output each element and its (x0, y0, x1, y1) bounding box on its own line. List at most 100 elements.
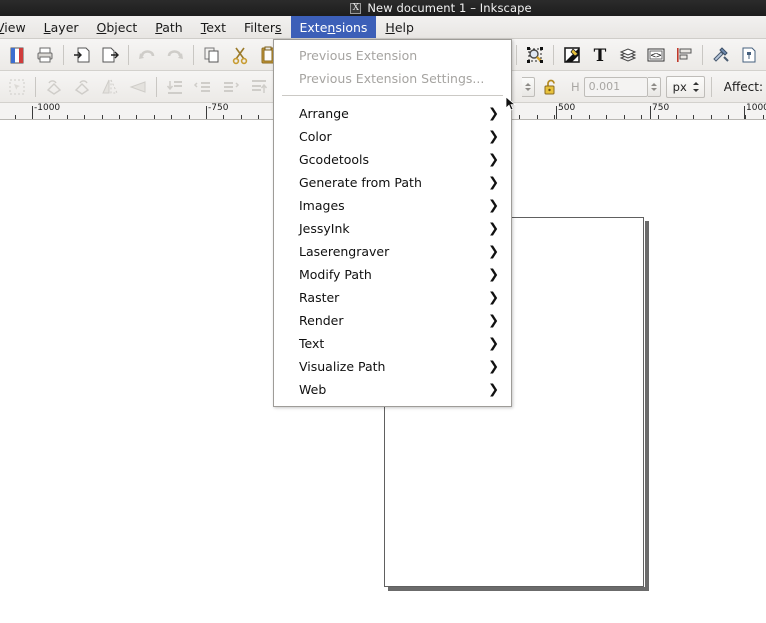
submenu-chevron-icon: ❯ (488, 152, 499, 167)
submenu-chevron-icon: ❯ (488, 175, 499, 190)
ruler-label: -1000 (34, 103, 61, 113)
rotate-ccw-icon[interactable] (41, 74, 67, 100)
window-title: New document 1 – Inkscape (367, 1, 532, 15)
ruler-label: 1000 (746, 103, 766, 113)
menu-item-laserengraver[interactable]: Laserengraver ❯ (274, 240, 511, 263)
submenu-chevron-icon: ❯ (488, 359, 499, 374)
height-input[interactable]: 0.001 (583, 76, 648, 97)
submenu-chevron-icon: ❯ (488, 290, 499, 305)
zoom-selection-icon[interactable] (522, 42, 548, 68)
ruler-tick (763, 115, 764, 119)
menu-item-color[interactable]: Color ❯ (274, 125, 511, 148)
submenu-chevron-icon: ❯ (488, 382, 499, 397)
menu-filters[interactable]: Filters (235, 16, 290, 38)
title-bar: X New document 1 – Inkscape (0, 0, 766, 16)
menu-layer[interactable]: Layer (35, 16, 88, 38)
menu-item-arrange[interactable]: Arrange ❯ (274, 102, 511, 125)
lower-to-bottom-icon[interactable] (162, 74, 188, 100)
toolbar-separator (193, 44, 194, 65)
copy-icon[interactable] (199, 42, 225, 68)
ruler-tick (171, 115, 172, 119)
redo-icon[interactable] (162, 42, 188, 68)
lower-icon[interactable] (190, 74, 216, 100)
undo-icon[interactable] (134, 42, 160, 68)
menu-item-jessyink[interactable]: JessyInk ❯ (274, 217, 511, 240)
menu-item-web[interactable]: Web ❯ (274, 378, 511, 401)
ruler-tick (589, 115, 590, 119)
height-label: H (571, 79, 580, 94)
menu-item-generate-from-path[interactable]: Generate from Path ❯ (274, 171, 511, 194)
menu-item-raster[interactable]: Raster ❯ (274, 286, 511, 309)
menu-item-label: Images (299, 198, 345, 213)
import-icon[interactable] (69, 42, 95, 68)
submenu-chevron-icon: ❯ (488, 129, 499, 144)
toolbar-separator (710, 76, 712, 97)
menu-extensions[interactable]: Extensions (290, 16, 377, 38)
menu-item-label: Modify Path (299, 267, 372, 282)
toolbar-separator (702, 44, 703, 65)
submenu-chevron-icon: ❯ (488, 244, 499, 259)
unit-select-value: px (672, 79, 687, 94)
menu-item-label: Web (299, 382, 327, 397)
text-and-font-icon[interactable]: T (587, 42, 613, 68)
cut-icon[interactable] (227, 42, 253, 68)
page-shadow-bottom (388, 587, 649, 591)
menu-text[interactable]: Text (192, 16, 235, 38)
svg-text:T: T (594, 46, 607, 65)
menu-path[interactable]: Path (146, 16, 191, 38)
ruler-tick (136, 115, 137, 119)
toolbar-separator (553, 44, 554, 65)
document-properties-icon[interactable] (736, 42, 762, 68)
menu-item-gcodetools[interactable]: Gcodetools ❯ (274, 148, 511, 171)
ruler-tick (554, 115, 555, 119)
menu-item-text[interactable]: Text ❯ (274, 332, 511, 355)
submenu-chevron-icon: ❯ (488, 106, 499, 121)
ruler-tick (676, 115, 677, 119)
print-icon[interactable] (32, 42, 58, 68)
fill-and-stroke-icon[interactable] (559, 42, 585, 68)
preferences-icon[interactable] (708, 42, 734, 68)
ruler-label: 750 (652, 103, 670, 113)
xml-editor-icon[interactable]: <> (643, 42, 669, 68)
lock-open-icon[interactable] (538, 74, 564, 100)
height-spin-buttons[interactable] (647, 76, 661, 97)
rotate-cw-icon[interactable] (69, 74, 95, 100)
menu-help[interactable]: Help (376, 16, 423, 38)
flip-vertical-icon[interactable] (125, 74, 151, 100)
inkscape-window: X New document 1 – Inkscape View Layer O… (0, 0, 766, 623)
menu-object[interactable]: Object (88, 16, 147, 38)
ruler-tick (519, 115, 520, 119)
ruler-tick (571, 115, 572, 119)
ruler-tick (728, 115, 729, 119)
menu-item-visualize-path[interactable]: Visualize Path ❯ (274, 355, 511, 378)
menu-view[interactable]: View (0, 16, 35, 38)
menu-item-render[interactable]: Render ❯ (274, 309, 511, 332)
width-spinner[interactable] (522, 76, 536, 97)
inkscape-x-logo-icon: X (350, 2, 362, 14)
export-icon[interactable] (97, 42, 123, 68)
new-document-icon[interactable] (4, 42, 30, 68)
menu-item-label: Generate from Path (299, 175, 422, 190)
menu-item-images[interactable]: Images ❯ (274, 194, 511, 217)
unit-select[interactable]: px (665, 75, 705, 98)
page-shadow-right (645, 221, 649, 591)
ruler-label: -750 (208, 103, 229, 113)
raise-to-top-icon[interactable] (246, 74, 272, 100)
select-all-icon[interactable] (4, 74, 30, 100)
align-and-distribute-icon[interactable] (671, 42, 697, 68)
ruler-tick (67, 115, 68, 119)
ruler-tick (154, 115, 155, 119)
flip-horizontal-icon[interactable] (97, 74, 123, 100)
ruler-tick (745, 115, 746, 119)
ruler-tick (693, 115, 694, 119)
submenu-chevron-icon: ❯ (488, 336, 499, 351)
ruler-tick (49, 115, 50, 119)
width-spin-buttons[interactable] (522, 76, 536, 97)
menu-item-label: Arrange (299, 106, 349, 121)
menu-item-modify-path[interactable]: Modify Path ❯ (274, 263, 511, 286)
svg-text:<>: <> (651, 51, 662, 61)
toolbar-separator (516, 44, 517, 65)
raise-icon[interactable] (218, 74, 244, 100)
toolbar-separator (156, 76, 157, 97)
layers-icon[interactable] (615, 42, 641, 68)
